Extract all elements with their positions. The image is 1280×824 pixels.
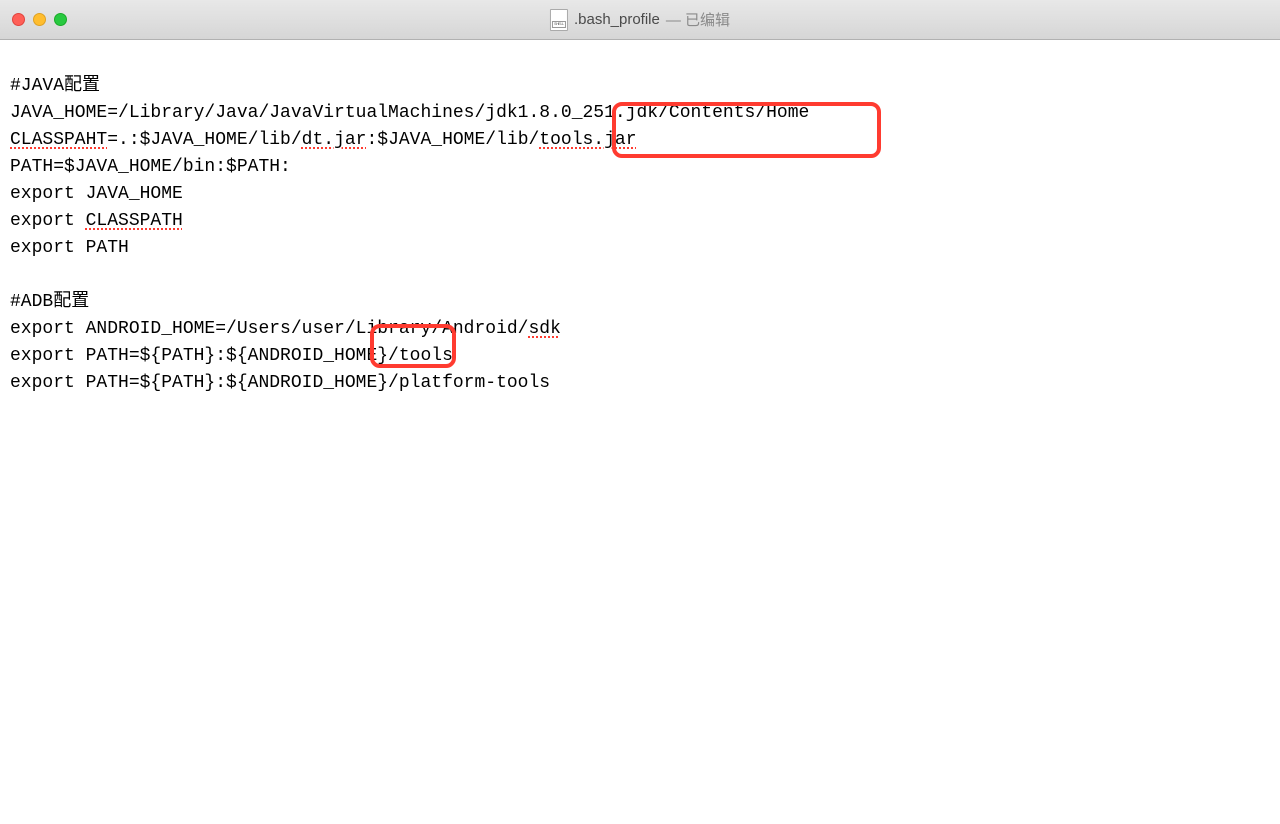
editor-text-spellerror: sdk (528, 319, 560, 339)
editor-text: export ANDROID_HOME=/Users/user/Library/… (10, 319, 528, 339)
editor-line: export PATH (10, 238, 129, 258)
minimize-button[interactable] (33, 13, 46, 26)
title-filename: .bash_profile (574, 11, 660, 28)
editor-text-spellerror: dt.jar (302, 130, 367, 150)
editor-text-spellerror: CLASSPAHT (10, 130, 107, 150)
editor-text-spellerror: CLASSPATH (86, 211, 183, 231)
text-editor[interactable]: #JAVA配置 JAVA_HOME=/Library/Java/JavaVirt… (0, 40, 1280, 457)
editor-line: PATH=$JAVA_HOME/bin:$PATH: (10, 157, 291, 177)
editor-text: export (10, 211, 86, 231)
title-edited-indicator: — 已编辑 (666, 9, 730, 30)
editor-line: JAVA_HOME=/Library/Java/JavaVirtualMachi… (10, 103, 809, 123)
window-titlebar: .bash_profile — 已编辑 (0, 0, 1280, 40)
editor-text: =.:$JAVA_HOME/lib/ (107, 130, 301, 150)
window-title: .bash_profile — 已编辑 (550, 9, 730, 31)
editor-text-spellerror: tools.jar (539, 130, 636, 150)
editor-line: #ADB配置 (10, 292, 89, 312)
editor-line: export PATH=${PATH}:${ANDROID_HOME}/plat… (10, 373, 550, 393)
traffic-lights (12, 13, 67, 26)
editor-line: #JAVA配置 (10, 76, 100, 96)
document-icon (550, 9, 568, 31)
maximize-button[interactable] (54, 13, 67, 26)
editor-text: :$JAVA_HOME/lib/ (366, 130, 539, 150)
editor-line: export PATH=${PATH}:${ANDROID_HOME}/tool… (10, 346, 453, 366)
close-button[interactable] (12, 13, 25, 26)
editor-line: export JAVA_HOME (10, 184, 183, 204)
